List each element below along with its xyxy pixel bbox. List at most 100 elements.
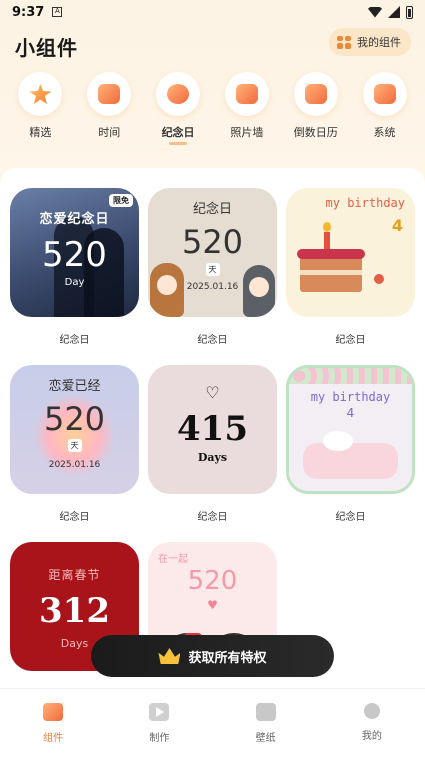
widget-title: 恋爱已经: [48, 379, 101, 394]
widget-title: my birthday: [325, 196, 405, 210]
widget-item[interactable]: 限免 恋爱纪念日 520 Day 纪念日: [10, 188, 139, 365]
tab-label: 倒数日历: [293, 126, 338, 139]
tab-label: 系统: [373, 126, 396, 139]
nav-label: 我的: [361, 731, 382, 742]
boy-illustration: [243, 265, 275, 317]
status-time: 9:37: [12, 4, 45, 20]
widget-caption: 纪念日: [197, 335, 228, 346]
page-title: 小组件: [15, 36, 78, 60]
tab-featured[interactable]: 精选: [10, 72, 70, 145]
status-icons: [368, 5, 413, 19]
widget-caption: 纪念日: [59, 512, 90, 523]
widget-item[interactable]: ♡ 415 Days 纪念日: [148, 365, 277, 542]
notification-icon: A: [52, 7, 63, 17]
widgets-icon: [43, 703, 64, 721]
widget-date: 2025.01.16: [186, 282, 239, 292]
heart-icon: ♡: [205, 383, 220, 402]
widgets-grid-icon: [337, 35, 351, 49]
tab-label: 时间: [98, 126, 121, 139]
widget-item[interactable]: my birthday 4 纪念日: [286, 365, 415, 542]
tab-label: 照片墙: [230, 126, 264, 139]
widget-title: 在一起: [158, 554, 188, 565]
nav-label: 制作: [149, 733, 170, 744]
widget-number: 520: [42, 235, 107, 275]
widget-number: 4: [391, 216, 403, 235]
widget-item[interactable]: my birthday 4 纪念日: [286, 188, 415, 365]
photo-wall-icon: [224, 72, 269, 116]
system-icon: [362, 72, 407, 116]
widget-card-birthday-cake[interactable]: my birthday 4: [286, 188, 415, 317]
widget-number: 520: [181, 223, 244, 261]
widget-date: 2025.01.16: [48, 460, 101, 470]
free-badge: 限免: [109, 194, 133, 207]
widget-number: 520: [187, 566, 238, 596]
calendar-icon: [293, 72, 338, 116]
active-tab-indicator: [169, 142, 188, 145]
widget-item[interactable]: 纪念日 520 天 2025.01.16 纪念日: [148, 188, 277, 365]
widget-card-days[interactable]: ♡ 415 Days: [148, 365, 277, 494]
widget-title: 纪念日: [192, 202, 232, 217]
heart-icon: ♥: [207, 598, 218, 612]
widget-card-anniversary-couple[interactable]: 纪念日 520 天 2025.01.16: [148, 188, 277, 317]
widget-item[interactable]: 恋爱已经 520 天 2025.01.16 纪念日: [10, 365, 139, 542]
status-bar: 9:37 A: [0, 0, 425, 24]
tab-label: 精选: [29, 126, 52, 139]
bunny-cake-illustration: [303, 431, 398, 479]
widget-unit: Days: [60, 637, 89, 650]
widget-unit: 天: [205, 263, 220, 276]
battery-icon: [406, 5, 413, 19]
tab-system[interactable]: 系统: [355, 72, 415, 145]
profile-icon: [363, 703, 380, 719]
my-widgets-label: 我的组件: [357, 36, 401, 49]
nav-profile[interactable]: 我的: [337, 703, 407, 742]
flower-frame: [289, 368, 412, 384]
widget-title: 距离春节: [48, 568, 101, 582]
tab-time[interactable]: 时间: [79, 72, 139, 145]
widget-unit: Day: [64, 277, 85, 288]
nav-create[interactable]: 制作: [124, 703, 194, 744]
widget-title: my birthday: [310, 390, 391, 404]
nav-widgets[interactable]: 组件: [18, 703, 88, 744]
privilege-label: 获取所有特权: [188, 650, 267, 666]
cake-icon: [297, 249, 365, 292]
nav-wallpaper[interactable]: 壁纸: [231, 703, 301, 744]
flower-icon: [374, 274, 384, 284]
signal-icon: [388, 6, 400, 18]
anniversary-icon: [156, 72, 201, 116]
header: 小组件 我的组件 精选 时间 纪念日 照片墙 倒数日历 系统: [0, 24, 425, 184]
my-widgets-button[interactable]: 我的组件: [329, 28, 411, 56]
wallpaper-icon: [255, 703, 276, 721]
nav-label: 组件: [43, 733, 64, 744]
tab-countdown[interactable]: 倒数日历: [286, 72, 346, 145]
widget-number: 312: [39, 591, 110, 631]
get-all-privileges-button[interactable]: 获取所有特权: [91, 635, 334, 677]
widget-number: 4: [346, 406, 355, 420]
tab-anniversary[interactable]: 纪念日: [148, 72, 208, 145]
category-tabs: 精选 时间 纪念日 照片墙 倒数日历 系统: [0, 72, 425, 145]
widget-card-love-anniversary[interactable]: 限免 恋爱纪念日 520 Day: [10, 188, 139, 317]
tab-photo-wall[interactable]: 照片墙: [217, 72, 277, 145]
candle-icon: [324, 232, 330, 250]
play-icon: [149, 703, 170, 721]
tab-label: 纪念日: [161, 126, 195, 139]
widget-card-birthday-bunnies[interactable]: my birthday 4: [286, 365, 415, 494]
clock-icon: [87, 72, 132, 116]
widget-caption: 纪念日: [335, 512, 366, 523]
widget-list[interactable]: 限免 恋爱纪念日 520 Day 纪念日 纪念日 520 天 2025.01.1…: [0, 168, 425, 688]
widget-caption: 纪念日: [59, 335, 90, 346]
bottom-nav: 组件 制作 壁纸 我的: [0, 688, 425, 757]
widget-caption: 纪念日: [335, 335, 366, 346]
flame-icon: [323, 222, 331, 232]
nav-label: 壁纸: [255, 733, 276, 744]
widget-title: 恋爱纪念日: [39, 212, 110, 227]
crown-icon: [158, 648, 181, 664]
wifi-icon: [368, 6, 382, 18]
widget-number: 520: [43, 400, 106, 438]
widget-unit: Days: [197, 451, 228, 464]
girl-illustration: [150, 263, 184, 317]
widget-unit: 天: [67, 439, 82, 452]
widget-caption: 纪念日: [197, 512, 228, 523]
widget-number: 415: [177, 409, 248, 449]
widget-card-love-heart[interactable]: 恋爱已经 520 天 2025.01.16: [10, 365, 139, 494]
star-icon: [18, 72, 63, 116]
